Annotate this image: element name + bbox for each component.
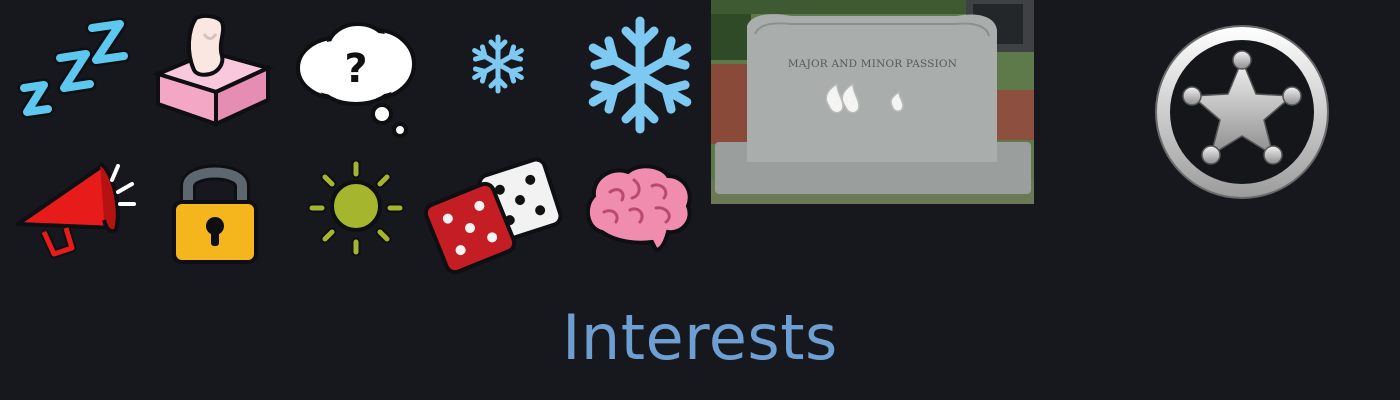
lightbulb-sun-icon: [306, 158, 406, 258]
sheriff-star-badge-icon: [1150, 20, 1334, 204]
padlock-icon: [170, 158, 260, 266]
large-snowflake-icon: [580, 16, 700, 134]
tombstone-inscription: MAJOR AND MINOR PASSION: [787, 58, 958, 70]
megaphone-icon: [14, 158, 138, 260]
dice-icon: [424, 156, 572, 276]
thought-bubble-question-icon: ?: [296, 18, 420, 140]
small-snowflake-icon: [466, 32, 530, 96]
brain-icon: [582, 162, 694, 254]
tissue-box-icon: [152, 12, 274, 128]
svg-text:?: ?: [344, 46, 367, 92]
tombstone-image: MAJOR AND MINOR PASSION: [711, 0, 1034, 204]
page-title: Interests: [562, 301, 838, 374]
sleep-zzz-icon: [14, 14, 132, 126]
